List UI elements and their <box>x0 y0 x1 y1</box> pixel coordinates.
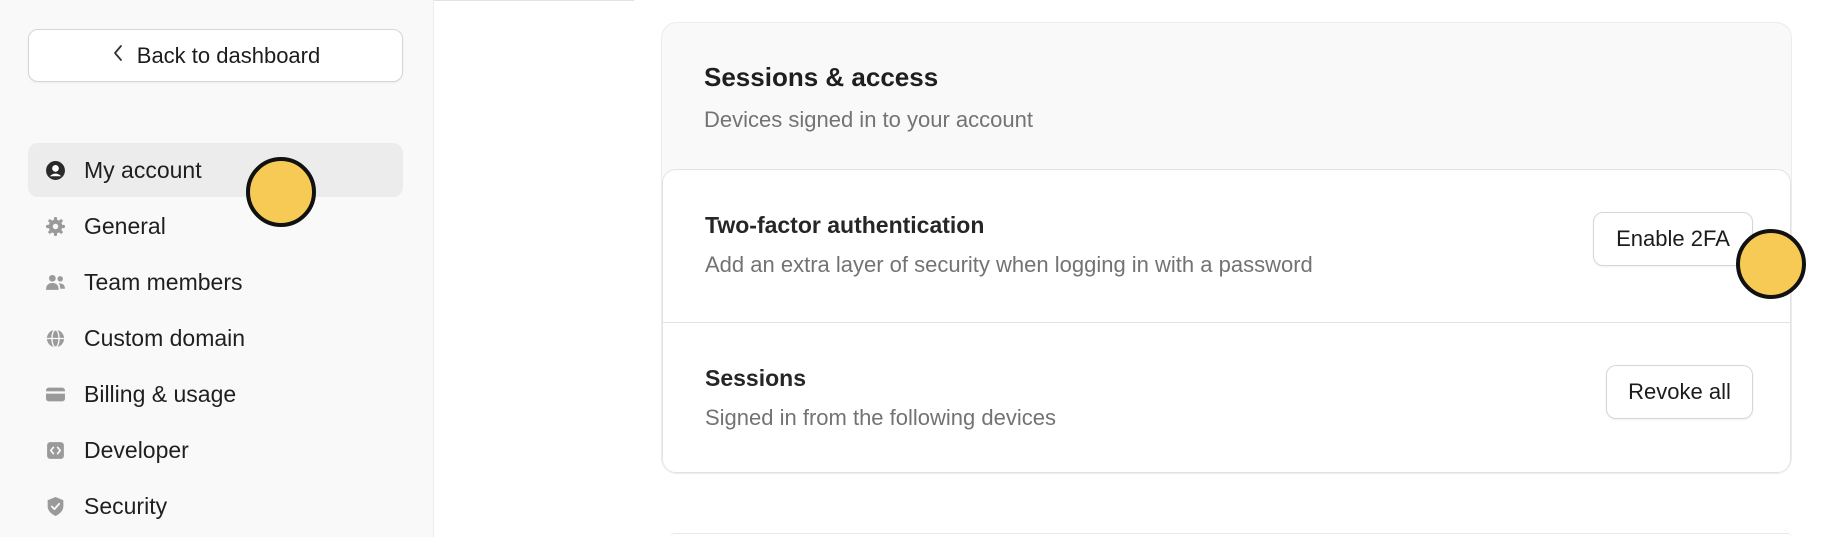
gear-icon <box>45 216 66 237</box>
sidebar-item-label: Developer <box>84 436 189 463</box>
chevron-left-icon <box>111 43 125 69</box>
next-card-edge <box>670 533 1792 538</box>
sidebar-item-security[interactable]: Security <box>28 479 403 533</box>
back-button-label: Back to dashboard <box>136 42 321 68</box>
user-circle-icon <box>45 160 66 181</box>
users-icon <box>45 272 66 293</box>
revoke-all-button[interactable]: Revoke all <box>1606 365 1753 419</box>
enable-2fa-button[interactable]: Enable 2FA <box>1593 212 1753 266</box>
cursor-marker <box>246 157 316 227</box>
sessions-access-card: Sessions & access Devices signed in to y… <box>661 22 1792 474</box>
section-title: Sessions & access <box>704 62 939 92</box>
sidebar-item-billing[interactable]: Billing & usage <box>28 367 403 421</box>
shield-check-icon <box>45 496 66 517</box>
two-factor-title: Two-factor authentication <box>705 212 985 238</box>
sidebar-item-label: Security <box>84 492 168 519</box>
sidebar-item-label: Billing & usage <box>84 380 237 407</box>
two-factor-description: Add an extra layer of security when logg… <box>705 252 1313 277</box>
back-to-dashboard-button[interactable]: Back to dashboard <box>28 29 403 82</box>
sidebar-item-label: My account <box>84 156 202 183</box>
credit-card-icon <box>45 384 66 405</box>
two-factor-row: Two-factor authentication Add an extra l… <box>663 170 1790 322</box>
sidebar-item-label: Custom domain <box>84 324 246 351</box>
sidebar-item-team-members[interactable]: Team members <box>28 255 403 309</box>
sidebar-item-my-account[interactable]: My account <box>28 143 403 197</box>
settings-nav: My account General Team members Custom d… <box>28 143 403 535</box>
cursor-marker <box>1736 229 1806 299</box>
sessions-title: Sessions <box>705 365 806 391</box>
card-header: Sessions & access Devices signed in to y… <box>662 23 1791 169</box>
code-icon <box>45 440 66 461</box>
sidebar-item-label: Team members <box>84 268 243 295</box>
section-subtitle: Devices signed in to your account <box>704 107 1033 132</box>
settings-list: Two-factor authentication Add an extra l… <box>662 169 1791 473</box>
sessions-row: Sessions Signed in from the following de… <box>663 322 1790 473</box>
sidebar-item-label: General <box>84 212 166 239</box>
globe-icon <box>45 328 66 349</box>
sessions-description: Signed in from the following devices <box>705 405 1056 430</box>
sidebar-item-custom-domain[interactable]: Custom domain <box>28 311 403 365</box>
sidebar: Back to dashboard My account General Tea… <box>0 0 434 537</box>
sidebar-item-developer[interactable]: Developer <box>28 423 403 477</box>
sidebar-item-general[interactable]: General <box>28 199 403 253</box>
header-divider <box>434 0 634 1</box>
